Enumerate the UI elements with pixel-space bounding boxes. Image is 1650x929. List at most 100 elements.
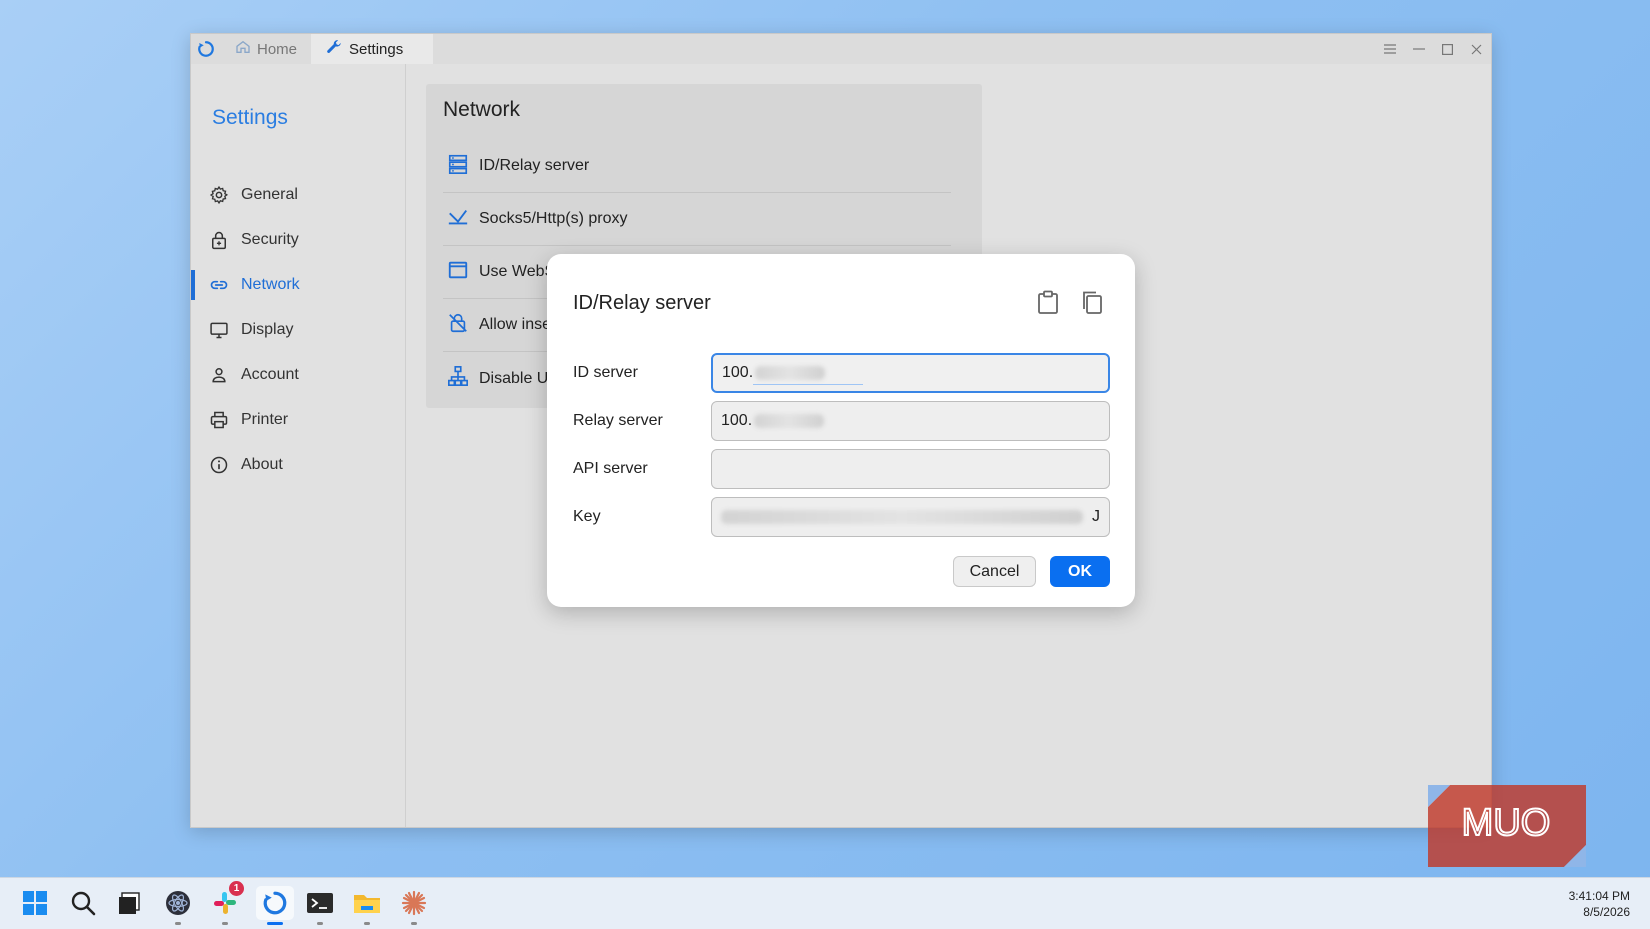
- home-icon: [235, 39, 251, 59]
- slack-badge: 1: [229, 881, 244, 896]
- terminal-icon[interactable]: [303, 886, 337, 925]
- form-row-relay-server: Relay server 100.: [573, 397, 1110, 445]
- network-option-label: Disable UI: [479, 369, 553, 387]
- network-card-title: Network: [443, 98, 521, 121]
- rustdesk-icon[interactable]: [256, 886, 294, 925]
- info-icon: [209, 455, 229, 475]
- link-icon: [209, 275, 229, 295]
- minimize-icon[interactable]: [1404, 34, 1433, 64]
- sidebar-item-general[interactable]: General: [191, 172, 406, 217]
- copy-icon[interactable]: [1079, 288, 1105, 316]
- rustdesk-logo-icon: [191, 34, 221, 64]
- window-icon: [447, 259, 469, 286]
- id-relay-dialog: ID/Relay server ID server 100. Relay ser…: [547, 254, 1135, 607]
- relay-server-input[interactable]: 100.: [711, 401, 1110, 441]
- network-option-id-relay[interactable]: ID/Relay server: [443, 140, 951, 193]
- monitor-icon: [209, 320, 229, 340]
- sidebar-item-label: Account: [241, 365, 299, 383]
- system-clock[interactable]: 3:41:04 PM 8/5/2026: [1569, 888, 1630, 920]
- running-indicator: [364, 922, 370, 925]
- window-controls: [1375, 34, 1491, 64]
- sidebar-item-label: About: [241, 455, 283, 473]
- id-server-input[interactable]: 100.: [711, 353, 1110, 393]
- clock-date: 8/5/2026: [1583, 905, 1630, 919]
- dialog-tools: [1035, 288, 1105, 316]
- app-icon[interactable]: [161, 886, 195, 925]
- person-icon: [209, 365, 229, 385]
- ok-button[interactable]: OK: [1050, 556, 1110, 587]
- sidebar-title: Settings: [212, 106, 288, 129]
- sidebar-item-security[interactable]: Security: [191, 217, 406, 262]
- network-option-label: Use WebS: [479, 263, 556, 280]
- close-icon[interactable]: [1462, 34, 1491, 64]
- network-tree-icon: [447, 365, 469, 392]
- redacted-text: [754, 414, 825, 428]
- muo-watermark: MUO: [1428, 785, 1588, 867]
- running-indicator: [175, 922, 181, 925]
- network-option-label: ID/Relay server: [479, 157, 590, 174]
- maximize-icon[interactable]: [1433, 34, 1462, 64]
- menu-icon[interactable]: [1375, 34, 1404, 64]
- tab-settings[interactable]: Settings: [311, 34, 434, 64]
- sidebar-item-display[interactable]: Display: [191, 307, 406, 352]
- cancel-button[interactable]: Cancel: [953, 556, 1036, 587]
- task-view-icon[interactable]: [112, 886, 146, 920]
- relay-server-label: Relay server: [573, 412, 663, 429]
- settings-nav: General Security Network Display Account…: [191, 172, 406, 487]
- running-indicator: [411, 922, 417, 925]
- redacted-text: [721, 510, 1083, 524]
- form-row-id-server: ID server 100.: [573, 349, 1110, 397]
- sidebar-item-printer[interactable]: Printer: [191, 397, 406, 442]
- network-option-label: Allow inse: [479, 316, 552, 333]
- key-label: Key: [573, 508, 601, 525]
- tab-home[interactable]: Home: [221, 34, 311, 64]
- file-explorer-icon[interactable]: [350, 886, 384, 925]
- form-row-api-server: API server: [573, 445, 1110, 493]
- key-input[interactable]: J: [711, 497, 1110, 537]
- settings-sidebar: Settings General Security Network Displa…: [191, 64, 406, 827]
- sidebar-item-label: Display: [241, 320, 294, 338]
- relay-server-value: 100.: [721, 412, 753, 429]
- sidebar-item-label: Network: [241, 275, 300, 293]
- input-underline: [753, 384, 863, 385]
- title-bar: Home Settings: [191, 34, 1491, 64]
- key-value: J: [1092, 508, 1100, 525]
- id-server-value: 100.: [722, 364, 754, 381]
- paste-icon[interactable]: [1035, 288, 1061, 316]
- redacted-text: [755, 366, 826, 380]
- search-icon[interactable]: [66, 886, 100, 920]
- network-option-label: Socks5/Http(s) proxy: [479, 210, 628, 227]
- tab-home-label: Home: [257, 40, 298, 58]
- running-indicator: [317, 922, 323, 925]
- sidebar-item-account[interactable]: Account: [191, 352, 406, 397]
- network-option-proxy[interactable]: Socks5/Http(s) proxy: [443, 193, 951, 246]
- id-server-label: ID server: [573, 364, 638, 381]
- proxy-icon: [447, 206, 469, 233]
- running-indicator: [222, 922, 228, 925]
- lock-off-icon: [447, 312, 469, 339]
- clock-time: 3:41:04 PM: [1568, 889, 1630, 903]
- slack-icon[interactable]: 1: [208, 881, 244, 925]
- sidebar-item-label: Security: [241, 230, 299, 248]
- gear-icon: [209, 185, 229, 205]
- watermark-text: MUO: [1462, 802, 1551, 844]
- api-server-label: API server: [573, 460, 648, 477]
- windows-start-icon[interactable]: [18, 886, 52, 920]
- form-row-key: Key J: [573, 493, 1110, 541]
- sidebar-item-about[interactable]: About: [191, 442, 406, 487]
- taskbar: 1 3:41:04 PM 8/5/2026: [0, 877, 1650, 929]
- sidebar-item-network[interactable]: Network: [191, 262, 406, 307]
- lock-icon: [209, 230, 229, 250]
- dialog-actions: Cancel OK: [953, 556, 1110, 587]
- claude-icon[interactable]: [397, 886, 431, 925]
- wrench-icon: [325, 38, 343, 60]
- sidebar-item-label: General: [241, 185, 298, 203]
- sidebar-item-label: Printer: [241, 410, 289, 428]
- tab-settings-label: Settings: [349, 40, 404, 58]
- printer-icon: [209, 410, 229, 430]
- dialog-title: ID/Relay server: [573, 292, 711, 314]
- server-icon: [447, 153, 469, 180]
- active-indicator: [267, 922, 283, 925]
- api-server-input[interactable]: [711, 449, 1110, 489]
- server-form: ID server 100. Relay server 100. API ser…: [573, 349, 1110, 541]
